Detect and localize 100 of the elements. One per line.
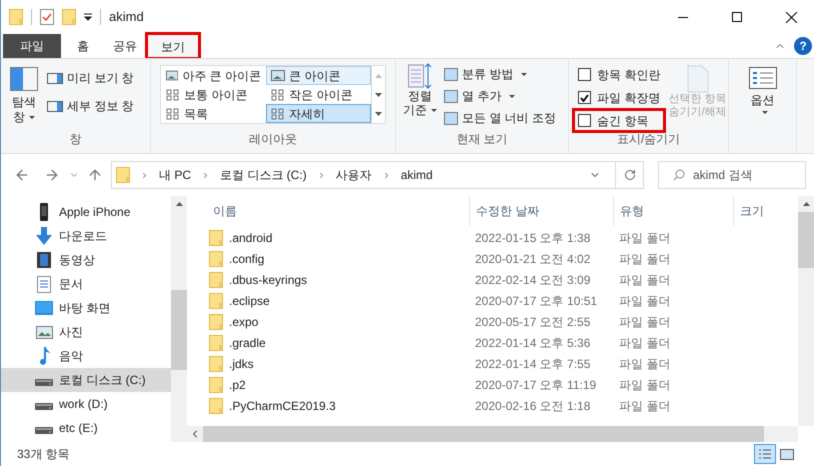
picture-icon — [166, 70, 178, 81]
up-icon[interactable] — [87, 167, 103, 183]
checklist-icon[interactable] — [40, 9, 54, 25]
forward-icon[interactable] — [44, 167, 60, 183]
breadcrumb[interactable]: 사용자 — [336, 166, 372, 184]
folder-icon — [209, 292, 223, 308]
caret-icon — [509, 94, 516, 98]
breadcrumb[interactable]: 로컬 디스크 (C:) — [220, 166, 307, 184]
column-header[interactable]: 유형 — [613, 196, 733, 226]
group-label: 현재 보기 — [455, 131, 509, 148]
dropdown-icon[interactable] — [84, 13, 92, 21]
grid-icon — [166, 108, 180, 120]
help-icon[interactable]: ? — [794, 37, 812, 55]
modified-date: 2022-02-14 오전 3:09 — [474, 272, 592, 288]
ribbon-tab[interactable]: 보기 — [147, 34, 199, 58]
sidebar-item[interactable]: 사진 — [1, 320, 171, 344]
file-name[interactable]: .config — [229, 250, 264, 268]
sidebar-item[interactable]: 바탕 화면 — [1, 296, 171, 320]
phone-icon — [39, 203, 49, 221]
sidebar-item[interactable]: work (D:) — [1, 392, 171, 416]
folder-icon — [209, 356, 223, 372]
file-type: 파일 폴더 — [618, 292, 672, 310]
sidebar-item[interactable]: Apple iPhone — [1, 200, 171, 224]
column-header[interactable]: 크기 — [733, 196, 793, 226]
picture-icon — [271, 70, 285, 81]
back-icon[interactable] — [14, 167, 30, 183]
nav-pane-button[interactable]: 탐색 창 — [9, 67, 39, 125]
scroll-down-icon[interactable] — [375, 92, 382, 96]
layout-option[interactable]: 자세히 — [266, 104, 371, 123]
sidebar-item[interactable]: etc (E:) — [1, 416, 171, 440]
monitor-icon — [35, 301, 53, 315]
breadcrumb[interactable]: 내 PC — [159, 166, 192, 184]
checkbox-option[interactable]: 항목 확인란 — [575, 65, 664, 84]
sidebar-item[interactable]: 로컬 디스크 (C:) — [1, 368, 171, 392]
group-label: 창 — [68, 131, 82, 148]
modified-date: 2022-01-15 오후 1:38 — [474, 230, 592, 246]
file-name[interactable]: .jdks — [229, 354, 254, 372]
checkbox[interactable] — [578, 68, 591, 81]
preview-pane-button[interactable]: 미리 보기 창 — [47, 69, 134, 87]
layout-option[interactable]: 작은 아이콘 — [266, 85, 371, 104]
sidebar-item[interactable]: 음악 — [1, 344, 171, 368]
file-name[interactable]: .dbus-keyrings — [229, 270, 308, 288]
breadcrumb[interactable]: akimd — [400, 166, 433, 184]
pane-icon — [10, 67, 38, 91]
pane-icon — [47, 100, 63, 112]
details-view-button[interactable] — [754, 444, 776, 464]
sidebar-item[interactable]: 동영상 — [1, 248, 171, 272]
sidebar-item[interactable]: 문서 — [1, 272, 171, 296]
file-type: 파일 폴더 — [618, 230, 672, 246]
checkbox[interactable] — [578, 114, 591, 127]
address-field[interactable]: 내 PC 로컬 디스크 (C:) 사용자 akimd — [111, 161, 644, 189]
modified-date: 2020-07-17 오후 10:51 — [474, 292, 598, 310]
layout-option[interactable]: 목록 — [161, 104, 266, 123]
search-field[interactable]: akimd 검색 — [658, 161, 806, 189]
scroll-thumb[interactable] — [171, 290, 187, 370]
column-header[interactable]: 이름 — [207, 196, 469, 226]
options-button[interactable]: 옵션 — [748, 67, 776, 114]
layout-option[interactable]: 보통 아이콘 — [161, 85, 266, 104]
page-icon — [686, 65, 709, 93]
scroll-up-icon[interactable] — [176, 202, 182, 206]
checkbox[interactable] — [578, 91, 591, 104]
column-header[interactable]: 수정한 날짜 — [469, 196, 613, 226]
ribbon-tab[interactable]: 파일 — [3, 34, 61, 58]
file-name[interactable]: .gradle — [229, 334, 266, 352]
modified-date: 2022-01-14 오후 5:36 — [474, 334, 592, 352]
scrollbar[interactable] — [798, 196, 814, 426]
grid-icon — [166, 88, 180, 100]
caret-icon — [762, 111, 768, 114]
checkbox-option[interactable]: 숨긴 항목 — [575, 111, 664, 130]
view-command[interactable]: 분류 방법 — [444, 65, 556, 83]
view-command[interactable]: 모든 열 너비 조정 — [444, 109, 556, 127]
scrollbar[interactable] — [171, 196, 187, 442]
scroll-up-icon[interactable] — [802, 202, 810, 206]
minimize-icon — [678, 16, 688, 18]
file-name[interactable]: .eclipse — [229, 292, 270, 310]
refresh-icon[interactable] — [624, 169, 636, 181]
maximize-icon — [732, 12, 742, 22]
checkbox-option[interactable]: 파일 확장명 — [575, 88, 664, 107]
file-name[interactable]: .p2 — [229, 376, 246, 394]
sidebar-item[interactable]: 다운로드 — [1, 224, 171, 248]
file-name[interactable]: .android — [229, 228, 272, 246]
layout-option[interactable]: 큰 아이콘 — [266, 66, 371, 85]
ribbon-tab[interactable]: 홈 — [63, 34, 103, 58]
scroll-thumb[interactable] — [798, 212, 814, 268]
file-name[interactable]: .expo — [229, 312, 258, 330]
search-input[interactable]: akimd 검색 — [693, 166, 793, 184]
list-icon — [758, 448, 772, 460]
grid-icon — [271, 88, 285, 100]
modified-date: 2022-01-14 오후 7:55 — [474, 356, 592, 372]
file-type: 파일 폴더 — [618, 376, 672, 394]
close-icon — [786, 12, 796, 22]
column-icon — [444, 112, 458, 124]
layout-option[interactable]: 아주 큰 아이콘 — [161, 66, 266, 85]
details-pane-button[interactable]: 세부 정보 창 — [47, 97, 134, 115]
file-name[interactable]: .PyCharmCE2019.3 — [229, 396, 336, 414]
folder-icon — [62, 9, 76, 25]
expand-gallery-icon[interactable] — [375, 112, 382, 116]
ribbon-tab[interactable]: 공유 — [105, 34, 145, 58]
view-command[interactable]: 열 추가 — [444, 87, 556, 105]
sort-by-button[interactable]: 정렬 기준 — [400, 63, 440, 130]
